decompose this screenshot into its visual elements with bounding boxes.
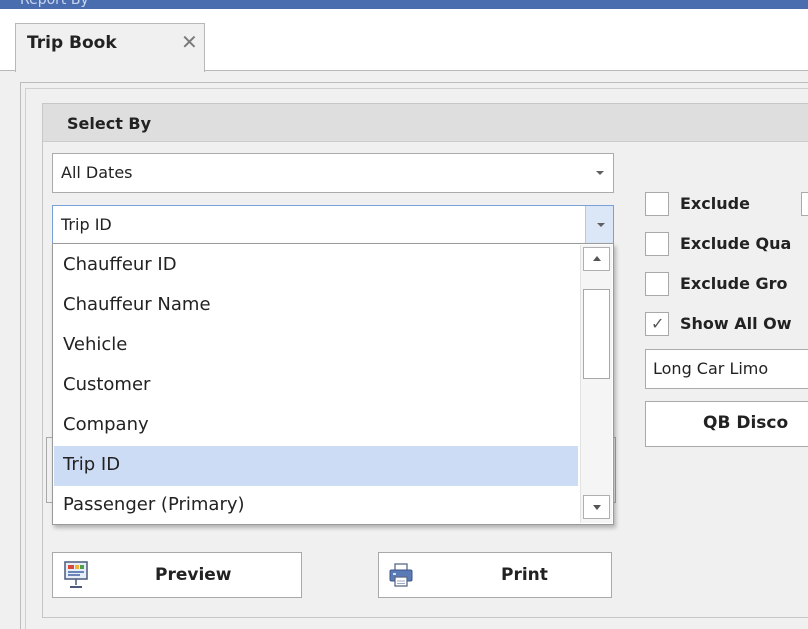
chevron-down-icon[interactable]: [585, 206, 613, 244]
preview-button[interactable]: Preview: [52, 552, 302, 598]
company-value: Long Car Limo: [653, 359, 769, 378]
close-icon[interactable]: ✕: [181, 32, 198, 52]
window-title: Report By: [20, 0, 89, 8]
sort-field-dropdown[interactable]: Chauffeur ID Chauffeur Name Vehicle Cust…: [52, 243, 614, 525]
list-item[interactable]: Chauffeur Name: [54, 286, 578, 326]
scroll-up-icon[interactable]: [583, 247, 610, 271]
presentation-icon: [63, 561, 89, 593]
list-item[interactable]: Vehicle: [54, 326, 578, 366]
chevron-down-icon[interactable]: [585, 154, 613, 192]
printer-icon: [388, 562, 414, 592]
partial-checkbox[interactable]: [801, 192, 808, 216]
list-item[interactable]: Chauffeur ID: [54, 246, 578, 286]
show-all-ow-checkbox[interactable]: ✓: [645, 312, 669, 336]
scroll-down-icon[interactable]: [583, 495, 610, 519]
list-item[interactable]: Company: [54, 406, 578, 446]
exclude-gro-label: Exclude Gro: [680, 274, 788, 293]
exclude-qua-checkbox[interactable]: [645, 232, 669, 256]
scrollbar-thumb[interactable]: [583, 289, 610, 379]
sort-field-value: Trip ID: [61, 215, 112, 234]
exclude-label: Exclude: [680, 194, 750, 213]
exclude-gro-checkbox[interactable]: [645, 272, 669, 296]
tab-trip-book[interactable]: Trip Book ✕: [15, 23, 205, 72]
qb-disco-label: QB Disco: [703, 413, 789, 433]
list-item[interactable]: Customer: [54, 366, 578, 406]
preview-label: Preview: [155, 565, 232, 585]
sort-field-combo[interactable]: Trip ID: [52, 205, 614, 245]
exclude-qua-label: Exclude Qua: [680, 234, 792, 253]
tab-label: Trip Book: [27, 33, 117, 53]
list-item-selected[interactable]: Trip ID: [54, 446, 578, 486]
checkmark-icon: ✓: [651, 314, 665, 333]
date-filter-value: All Dates: [61, 163, 133, 182]
print-label: Print: [501, 565, 548, 585]
list-item[interactable]: Passenger (Primary): [54, 486, 578, 526]
company-combo[interactable]: Long Car Limo: [645, 349, 808, 389]
qb-disco-button[interactable]: QB Disco: [645, 401, 808, 447]
select-by-title: Select By: [67, 114, 152, 133]
select-by-header: Select By: [43, 104, 808, 142]
dropdown-scrollbar[interactable]: [580, 245, 612, 523]
window-title-bar: Report By: [0, 0, 808, 9]
exclude-checkbox[interactable]: [645, 192, 669, 216]
show-all-ow-label: Show All Ow: [680, 314, 792, 333]
print-button[interactable]: Print: [378, 552, 612, 598]
date-filter-combo[interactable]: All Dates: [52, 153, 614, 193]
